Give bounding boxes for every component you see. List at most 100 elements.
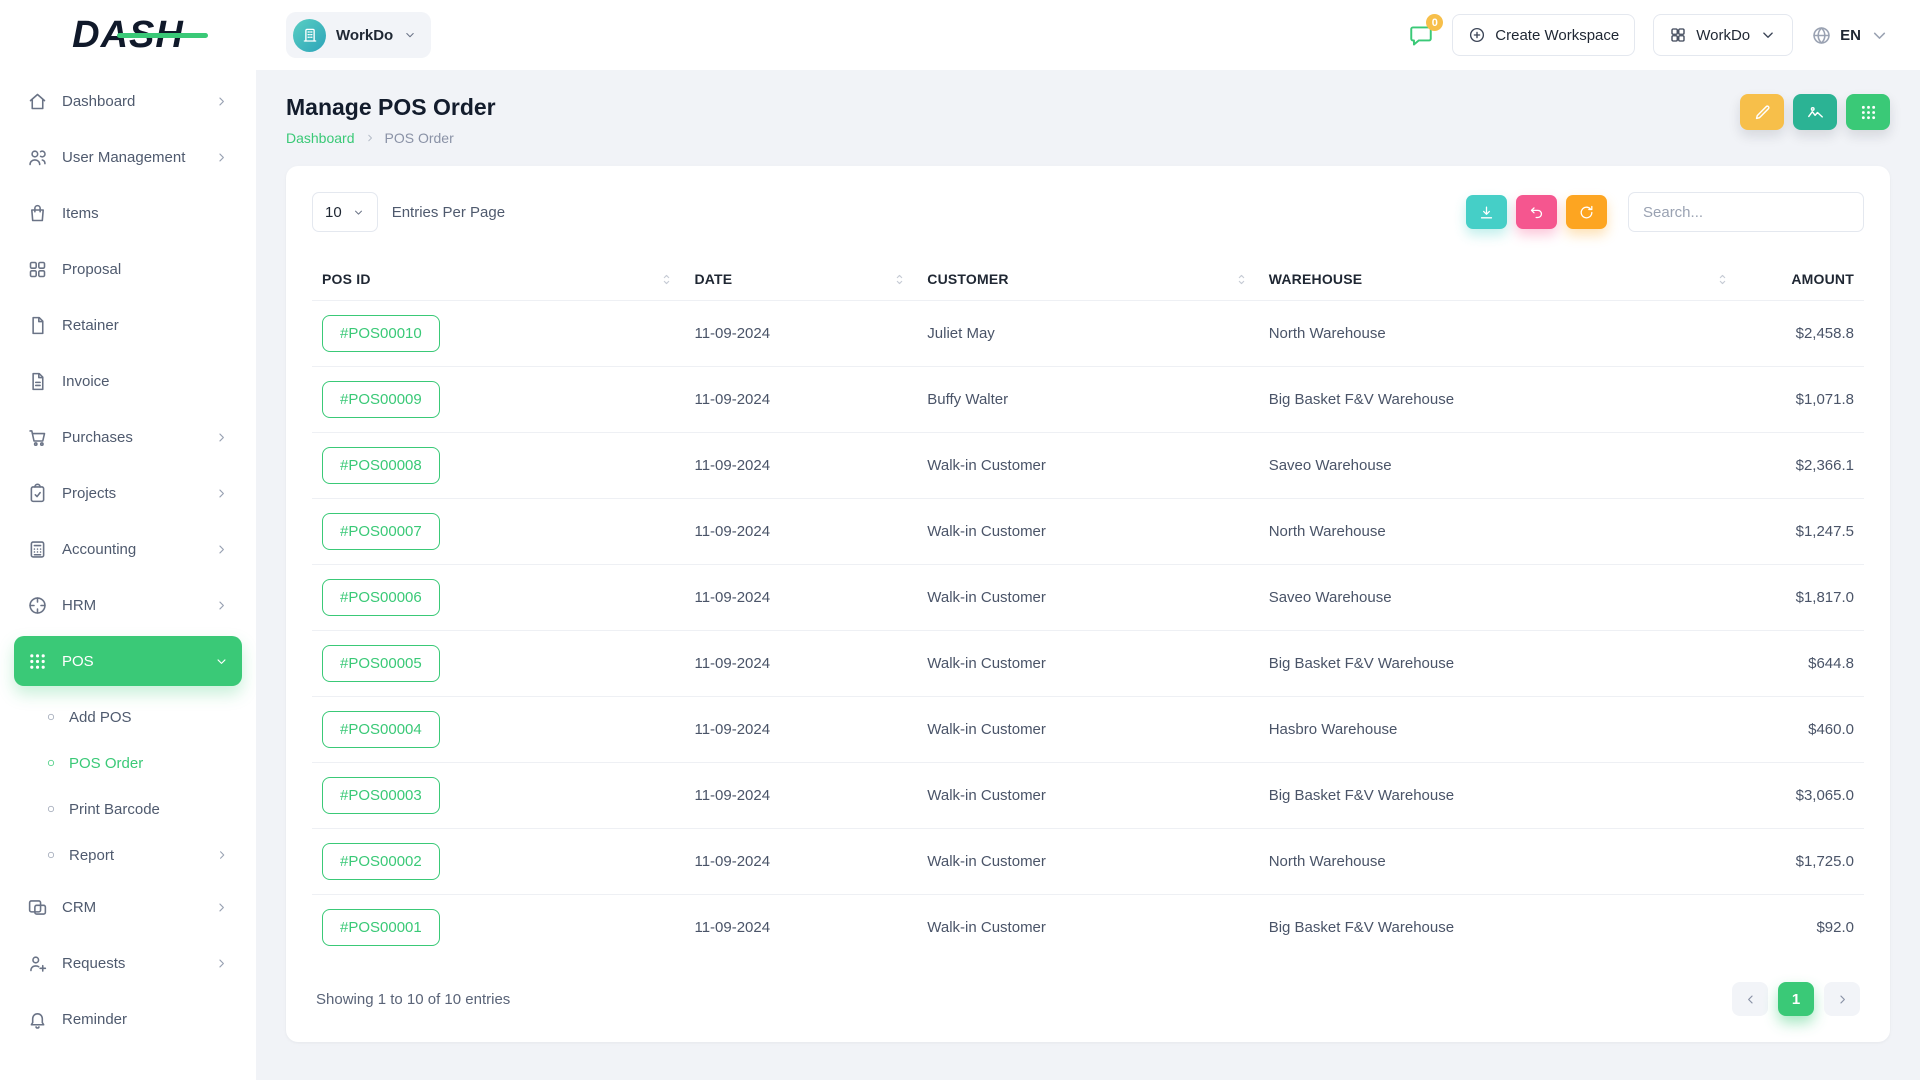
pos-id-cell: #POS00010	[312, 301, 684, 367]
refresh-icon	[1578, 204, 1595, 221]
sidebar-item-dashboard[interactable]: Dashboard	[14, 76, 242, 126]
sidebar-item-pos[interactable]: POS	[14, 636, 242, 686]
sidebar-subitem-add-pos[interactable]: Add POS	[14, 694, 242, 740]
customer-cell: Walk-in Customer	[917, 829, 1258, 895]
chevron-right-icon	[215, 848, 229, 862]
language-selector[interactable]: EN	[1811, 25, 1890, 46]
column-header-warehouse[interactable]: WAREHOUSE	[1259, 258, 1740, 301]
sidebar-item-label: Retainer	[62, 317, 119, 334]
sidebar-subitem-pos-order[interactable]: POS Order	[14, 740, 242, 786]
refresh-button[interactable]	[1566, 195, 1607, 229]
calculator-icon	[27, 539, 48, 560]
pos-id-badge[interactable]: #POS00007	[322, 513, 440, 550]
column-header-date[interactable]: DATE	[684, 258, 917, 301]
chevron-right-icon	[364, 132, 376, 144]
sidebar-subitem-label: Report	[69, 847, 114, 864]
search-input[interactable]	[1628, 192, 1864, 232]
export-button[interactable]	[1466, 195, 1507, 229]
sidebar-item-hrm[interactable]: HRM	[14, 580, 242, 630]
column-header-pos-id[interactable]: POS ID	[312, 258, 684, 301]
workspace-switcher[interactable]: WorkDo	[286, 12, 431, 58]
chevron-right-icon	[214, 94, 229, 109]
warehouse-cell: Saveo Warehouse	[1259, 565, 1740, 631]
pos-id-cell: #POS00008	[312, 433, 684, 499]
sort-icon	[892, 272, 907, 287]
pos-id-cell: #POS00004	[312, 697, 684, 763]
warehouse-cell: Big Basket F&V Warehouse	[1259, 895, 1740, 961]
date-cell: 11-09-2024	[684, 367, 917, 433]
pos-id-cell: #POS00007	[312, 499, 684, 565]
column-label: POS ID	[322, 271, 371, 287]
sidebar-item-label: HRM	[62, 597, 96, 614]
column-header-inner: DATE	[694, 271, 907, 287]
app-switcher-button[interactable]: WorkDo	[1653, 14, 1793, 56]
pagination-page-1[interactable]: 1	[1778, 982, 1814, 1016]
sidebar-item-label: POS	[62, 653, 94, 670]
pos-id-badge[interactable]: #POS00004	[322, 711, 440, 748]
globe-icon	[1811, 25, 1832, 46]
app-logo[interactable]: DASH	[0, 0, 256, 70]
sidebar-item-accounting[interactable]: Accounting	[14, 524, 242, 574]
amount-cell: $1,071.8	[1740, 367, 1864, 433]
column-label: WAREHOUSE	[1269, 271, 1363, 287]
entries-per-page-select[interactable]: 10	[312, 192, 378, 232]
pos-id-badge[interactable]: #POS00003	[322, 777, 440, 814]
language-label: EN	[1840, 27, 1861, 44]
column-header-inner: WAREHOUSE	[1269, 271, 1730, 287]
column-header-amount: AMOUNT	[1740, 258, 1864, 301]
building-icon	[301, 26, 319, 44]
edit-theme-button[interactable]	[1740, 94, 1784, 130]
amount-cell: $644.8	[1740, 631, 1864, 697]
sidebar-item-label: Requests	[62, 955, 125, 972]
sidebar-item-requests[interactable]: Requests	[14, 938, 242, 988]
customer-cell: Walk-in Customer	[917, 433, 1258, 499]
pagination-next-button[interactable]	[1824, 982, 1860, 1016]
pagination: 1	[1732, 982, 1860, 1016]
create-workspace-button[interactable]: Create Workspace	[1452, 14, 1635, 56]
pos-order-card: 10 Entries Per Page POS IDDATECUSTOMERWA…	[286, 166, 1890, 1042]
breadcrumb-dashboard-link[interactable]: Dashboard	[286, 130, 355, 146]
pos-id-badge[interactable]: #POS00009	[322, 381, 440, 418]
sidebar-item-proposal[interactable]: Proposal	[14, 244, 242, 294]
column-label: CUSTOMER	[927, 271, 1008, 287]
grid-dots-icon	[1859, 103, 1878, 122]
pos-id-badge[interactable]: #POS00005	[322, 645, 440, 682]
grid-view-button[interactable]	[1846, 94, 1890, 130]
amount-cell: $1,817.0	[1740, 565, 1864, 631]
sidebar-item-label: Purchases	[62, 429, 133, 446]
pos-id-badge[interactable]: #POS00006	[322, 579, 440, 616]
reset-button[interactable]	[1516, 195, 1557, 229]
pos-id-badge[interactable]: #POS00001	[322, 909, 440, 946]
sidebar-item-purchases[interactable]: Purchases	[14, 412, 242, 462]
amount-cell: $2,458.8	[1740, 301, 1864, 367]
pos-id-badge[interactable]: #POS00002	[322, 843, 440, 880]
sidebar-item-crm[interactable]: CRM	[14, 882, 242, 932]
pagination-prev-button[interactable]	[1732, 982, 1768, 1016]
pos-id-badge[interactable]: #POS00008	[322, 447, 440, 484]
sidebar-item-user-management[interactable]: User Management	[14, 132, 242, 182]
pos-id-badge[interactable]: #POS00010	[322, 315, 440, 352]
sidebar-item-items[interactable]: Items	[14, 188, 242, 238]
sidebar-subitem-report[interactable]: Report	[14, 832, 242, 878]
warehouse-cell: Hasbro Warehouse	[1259, 697, 1740, 763]
chevron-right-icon	[214, 900, 229, 915]
messages-button[interactable]: 0	[1408, 22, 1434, 48]
sidebar-subitem-print-barcode[interactable]: Print Barcode	[14, 786, 242, 832]
sort-icon	[1234, 272, 1249, 287]
sidebar-item-retainer[interactable]: Retainer	[14, 300, 242, 350]
date-cell: 11-09-2024	[684, 301, 917, 367]
sort-icon	[1715, 272, 1730, 287]
sidebar-item-projects[interactable]: Projects	[14, 468, 242, 518]
date-cell: 11-09-2024	[684, 565, 917, 631]
column-header-customer[interactable]: CUSTOMER	[917, 258, 1258, 301]
workspace-name: WorkDo	[336, 27, 393, 44]
sidebar-item-label: Accounting	[62, 541, 136, 558]
column-label: AMOUNT	[1791, 271, 1854, 287]
pos-id-cell: #POS00009	[312, 367, 684, 433]
sidebar-item-invoice[interactable]: Invoice	[14, 356, 242, 406]
app-switcher-label: WorkDo	[1696, 27, 1750, 44]
overview-button[interactable]	[1793, 94, 1837, 130]
entries-per-page-value: 10	[325, 204, 342, 221]
hub-icon	[27, 595, 48, 616]
sidebar-item-reminder[interactable]: Reminder	[14, 994, 242, 1044]
